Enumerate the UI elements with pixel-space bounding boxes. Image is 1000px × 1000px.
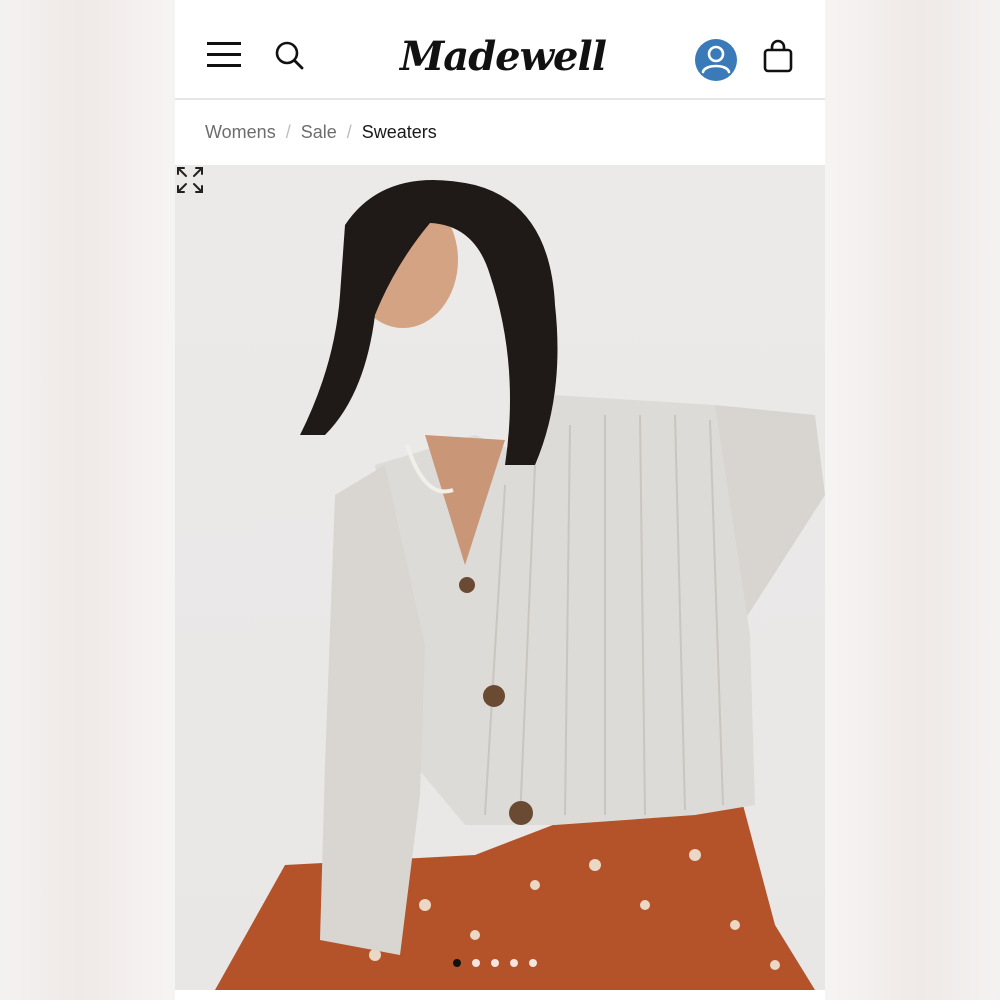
product-photo (215, 180, 825, 990)
account-icon[interactable] (694, 38, 738, 82)
breadcrumb: Womens / Sale / Sweaters (205, 118, 437, 146)
site-header: Madewell (175, 0, 825, 100)
expand-icon[interactable] (175, 165, 205, 195)
carousel-dot[interactable] (529, 959, 537, 967)
carousel-dot[interactable] (453, 959, 461, 967)
bag-icon[interactable] (763, 38, 793, 74)
breadcrumb-separator: / (285, 122, 291, 142)
brand-logo[interactable]: Madewell (400, 28, 607, 86)
mobile-page: Madewell Womens / Sale / Sweaters (175, 0, 825, 1000)
menu-icon[interactable] (207, 40, 243, 70)
breadcrumb-item-womens[interactable]: Womens (205, 122, 276, 142)
search-icon[interactable] (275, 41, 305, 71)
carousel-dot[interactable] (472, 959, 480, 967)
breadcrumb-item-sale[interactable]: Sale (301, 122, 337, 142)
breadcrumb-item-sweaters: Sweaters (361, 122, 437, 142)
product-image[interactable] (175, 165, 825, 990)
carousel-dot[interactable] (491, 959, 499, 967)
breadcrumb-separator: / (346, 122, 352, 142)
carousel-dots (453, 958, 553, 968)
carousel-dot[interactable] (510, 959, 518, 967)
